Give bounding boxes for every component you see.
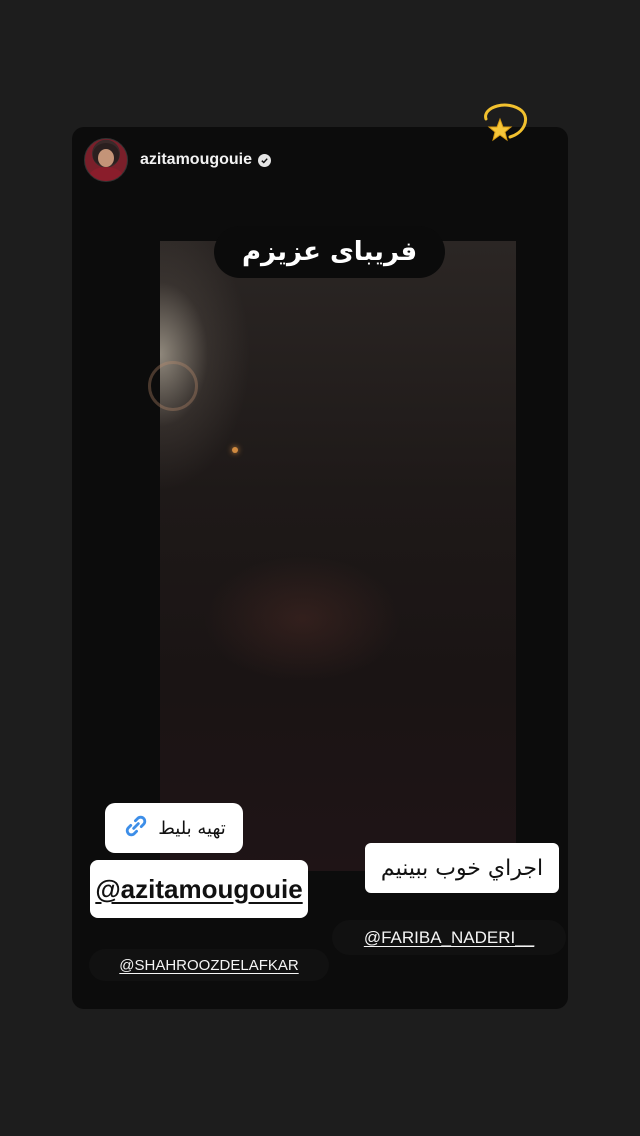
- story-card: azitamougouie فریبای عزیزم تهیه بلیط @az…: [72, 127, 568, 1009]
- link-icon: [122, 812, 150, 845]
- mention-sticker-fariba[interactable]: @FARIBA_NADERI__: [332, 920, 566, 955]
- story-header[interactable]: azitamougouie: [84, 138, 272, 182]
- dizzy-star-icon: [478, 97, 528, 147]
- avatar[interactable]: [84, 138, 128, 182]
- link-sticker[interactable]: تهیه بلیط: [105, 803, 243, 853]
- story-media: [148, 241, 516, 871]
- verified-badge-icon: [258, 153, 272, 167]
- mention-sticker-shahrooz[interactable]: @SHAHROOZDELAFKAR: [89, 949, 329, 981]
- username[interactable]: azitamougouie: [140, 151, 252, 169]
- link-sticker-label: تهیه بلیط: [158, 817, 226, 839]
- story-title: فریبای عزیزم: [214, 226, 446, 278]
- mention-sticker-main[interactable]: @azitamougouie: [90, 860, 308, 918]
- caption-sticker: اجراي خوب ببينيم: [365, 843, 559, 893]
